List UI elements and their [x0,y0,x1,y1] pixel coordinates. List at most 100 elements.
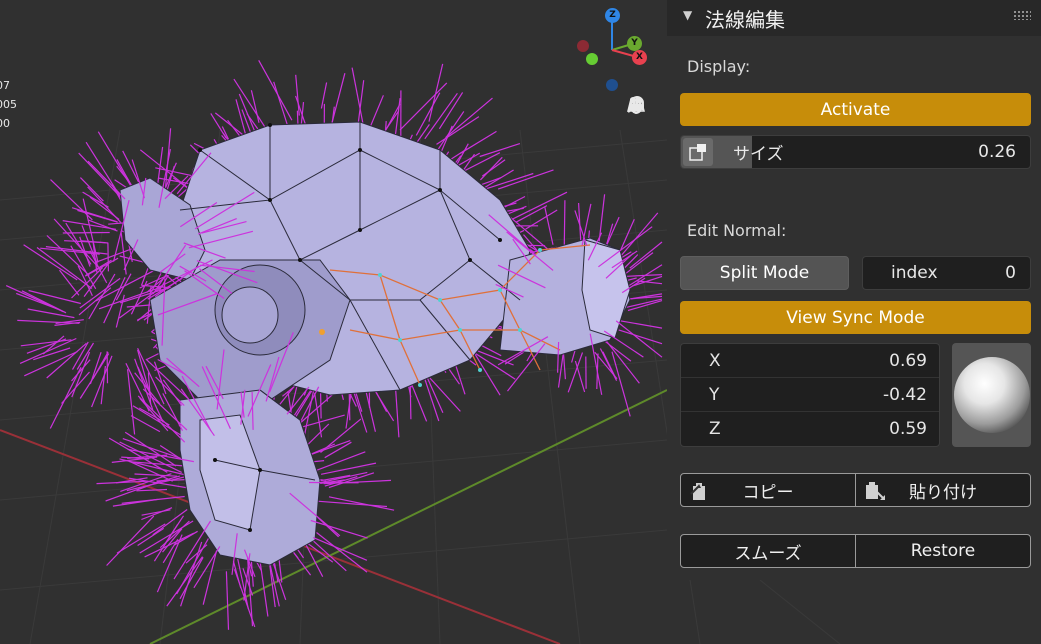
stat-line: 005 [0,98,17,111]
paste-label: 貼り付け [909,482,977,503]
y-label: Y [709,385,720,405]
normal-line [629,241,663,269]
normal-line [597,194,606,249]
normal-line [295,74,300,116]
normal-line [273,81,289,127]
normal-line [62,231,110,234]
normal-line [136,488,168,492]
normal-line [303,414,345,428]
normal-y-field[interactable]: Y -0.42 [681,378,939,412]
stat-line: 07 [0,79,10,92]
normal-line [328,472,375,489]
gizmo-neg-y-axis[interactable] [586,53,598,65]
normal-line [112,498,158,507]
normal-line [59,269,80,296]
normal-line [23,244,78,281]
normal-line [250,90,260,123]
normal-line [394,385,400,438]
normal-line [20,339,72,347]
normal-line [603,330,644,358]
size-field[interactable]: サイズ 0.26 [680,135,1031,169]
drag-grip-icon[interactable] [1013,10,1031,20]
z-label: Z [709,419,721,439]
gizmo-neg-x-axis[interactable] [577,40,589,52]
index-field[interactable]: index 0 [862,256,1031,290]
gizmo-z-axis[interactable]: Z [605,8,620,23]
normal-line [320,393,322,419]
copy-icon [690,483,705,500]
camera-icon[interactable] [626,97,660,197]
normal-line [618,329,663,345]
z-value: 0.59 [889,419,927,439]
normal-line [27,308,75,319]
normal-line [24,350,78,377]
split-mode-button[interactable]: Split Mode [680,256,849,290]
normal-line [497,169,554,190]
normal-line [307,440,351,457]
navigation-gizmo[interactable]: Z Y X [572,4,656,94]
x-value: 0.69 [889,351,927,371]
normal-line [258,60,293,121]
copy-button[interactable]: コピー [681,474,855,506]
normal-line [78,287,112,316]
hand-pan-icon[interactable] [626,97,660,163]
gizmo-y-axis[interactable]: Y [627,36,642,51]
normal-line [49,367,82,429]
normal-line [320,462,377,475]
normal-line [115,294,125,328]
normal-line [345,393,352,429]
normal-line [365,391,376,432]
normal-line [574,360,586,393]
stat-line: 00 [0,117,10,130]
size-icon [683,138,713,166]
viewport-navigation-tools [626,95,660,231]
normal-line [460,130,497,154]
normal-edit-panel: ▼ 法線編集 Display: Activate サイズ 0.26 Edit N… [667,0,1041,580]
viewport-statistics: 07 005 00 [0,76,17,133]
normal-line [105,484,152,502]
restore-label: Restore [910,541,976,561]
view-sync-mode-button[interactable]: View Sync Mode [680,301,1031,334]
index-label: index [891,263,938,283]
restore-button[interactable]: Restore [855,535,1030,567]
grid-icon[interactable] [626,98,660,231]
copy-label: コピー [742,482,794,503]
normal-direction-ball[interactable] [952,343,1031,447]
normal-line [328,496,395,511]
normal-line [100,365,106,405]
normal-line [320,418,362,453]
panel-header[interactable]: ▼ 法線編集 [667,0,1041,36]
normal-line [506,191,568,223]
shaded-sphere[interactable] [953,357,1030,433]
normal-vector-fields: X 0.69 Y -0.42 Z 0.59 [680,343,940,447]
normal-line [352,388,368,433]
normal-line [130,280,148,315]
normal-line [309,537,347,572]
normal-line [438,92,464,130]
normal-z-field[interactable]: Z 0.59 [681,412,939,446]
collapse-arrow-icon[interactable]: ▼ [683,8,692,22]
normal-line [409,383,412,420]
edit-normal-section-label: Edit Normal: [687,221,787,240]
normal-line [50,179,93,221]
normal-line [166,556,203,607]
size-value: 0.26 [978,142,1016,162]
normal-line [611,351,631,417]
normal-line [415,92,441,136]
size-label: サイズ [733,144,784,165]
normal-x-field[interactable]: X 0.69 [681,344,939,378]
gizmo-neg-z-axis[interactable] [606,79,618,91]
normal-line [116,523,166,554]
x-label: X [709,351,721,371]
normal-line [605,216,620,247]
mesh-object [119,121,631,566]
gizmo-x-axis[interactable]: X [632,50,647,65]
normal-line [369,95,384,127]
normal-line [626,274,663,277]
normal-line [602,339,632,362]
normal-line [445,97,493,139]
paste-button[interactable]: 貼り付け [855,474,1030,506]
activate-button[interactable]: Activate [680,93,1031,126]
display-section-label: Display: [687,57,751,76]
smooth-button[interactable]: スムーズ [681,535,855,567]
